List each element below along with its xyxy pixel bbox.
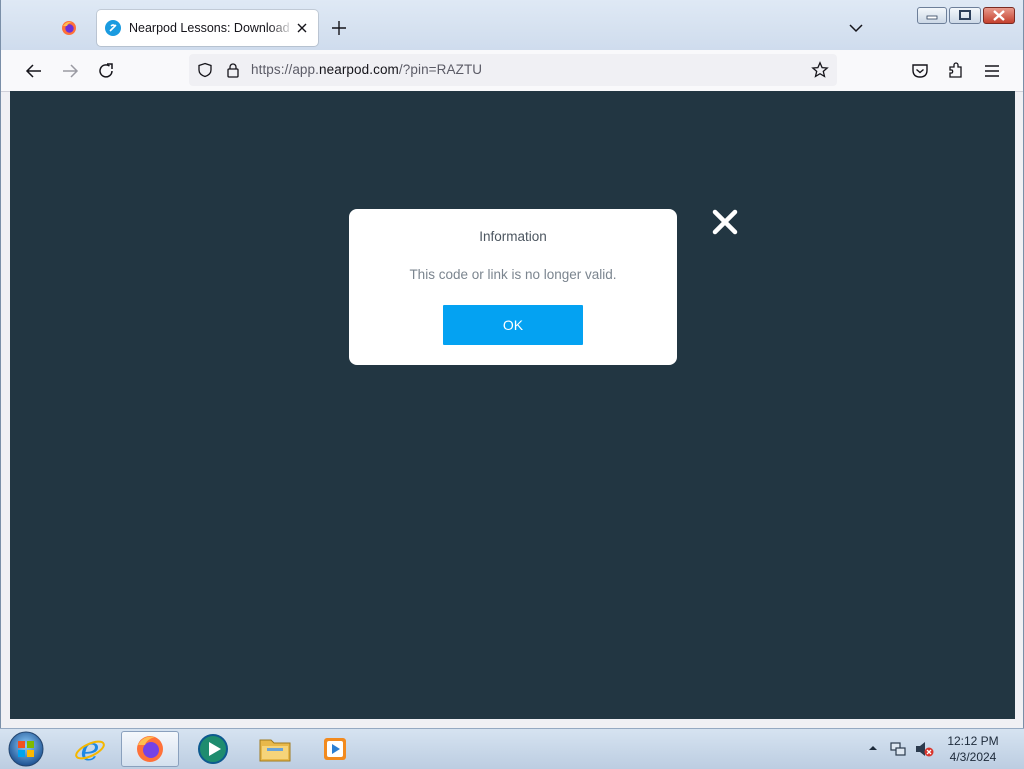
- dialog-title: Information: [479, 229, 547, 244]
- taskbar-media-app[interactable]: [184, 731, 242, 767]
- taskbar: e 12:12 PM 4/3/2024: [0, 728, 1024, 769]
- start-button[interactable]: [6, 730, 46, 768]
- menu-icon[interactable]: [982, 61, 1002, 81]
- internet-explorer-icon: e: [75, 732, 105, 766]
- nearpod-icon: [105, 20, 121, 36]
- page-content: Information This code or link is no long…: [10, 91, 1015, 719]
- star-icon[interactable]: [811, 61, 829, 79]
- extensions-icon[interactable]: [946, 61, 966, 81]
- taskbar-media-player[interactable]: [307, 731, 365, 767]
- lock-icon[interactable]: [225, 62, 241, 78]
- media-app-icon: [198, 734, 228, 764]
- url-text[interactable]: https://app.nearpod.com/?pin=RAZTU: [251, 62, 482, 77]
- firefox-icon: [137, 736, 163, 762]
- firefox-view-icon[interactable]: [61, 20, 77, 36]
- url-path: /?pin=RAZTU: [398, 62, 483, 77]
- tab-nearpod[interactable]: Nearpod Lessons: Download ready: [97, 10, 318, 46]
- media-player-icon: [324, 738, 346, 760]
- pocket-icon[interactable]: [910, 61, 930, 81]
- clock-date: 4/3/2024: [949, 750, 997, 764]
- show-hidden-icons[interactable]: [868, 743, 878, 753]
- dialog-message: This code or link is no longer valid.: [409, 267, 617, 282]
- tab-strip: Nearpod Lessons: Download ready: [1, 0, 1023, 50]
- tab-title: Nearpod Lessons: Download ready: [129, 21, 294, 35]
- svg-text:e: e: [81, 732, 100, 766]
- volume-muted-icon[interactable]: [914, 740, 934, 758]
- information-dialog: Information This code or link is no long…: [349, 209, 677, 365]
- chevron-down-icon[interactable]: [847, 19, 865, 37]
- minimize-button[interactable]: [917, 7, 947, 24]
- nav-toolbar: https://app.nearpod.com/?pin=RAZTU: [1, 50, 1023, 92]
- clock[interactable]: 12:12 PM 4/3/2024: [940, 733, 1006, 765]
- address-bar[interactable]: https://app.nearpod.com/?pin=RAZTU: [189, 54, 837, 86]
- close-icon[interactable]: [712, 209, 738, 235]
- taskbar-file-explorer[interactable]: [246, 731, 304, 767]
- file-explorer-icon: [259, 739, 291, 762]
- taskbar-internet-explorer[interactable]: e: [61, 731, 119, 767]
- clock-time: 12:12 PM: [947, 734, 999, 748]
- ok-button[interactable]: OK: [443, 305, 583, 345]
- new-tab-icon[interactable]: [330, 19, 348, 37]
- network-icon[interactable]: [889, 740, 907, 758]
- taskbar-firefox[interactable]: [121, 731, 179, 767]
- close-window-button[interactable]: [983, 7, 1015, 24]
- close-tab-icon[interactable]: [294, 20, 310, 36]
- shield-icon[interactable]: [197, 62, 213, 78]
- url-host: nearpod.com: [319, 62, 399, 77]
- maximize-button[interactable]: [949, 7, 981, 24]
- reload-icon[interactable]: [96, 61, 116, 81]
- forward-icon[interactable]: [60, 61, 80, 81]
- url-scheme: https://app.: [251, 62, 319, 77]
- browser-window: Nearpod Lessons: Download ready: [0, 0, 1024, 728]
- back-icon[interactable]: [24, 61, 44, 81]
